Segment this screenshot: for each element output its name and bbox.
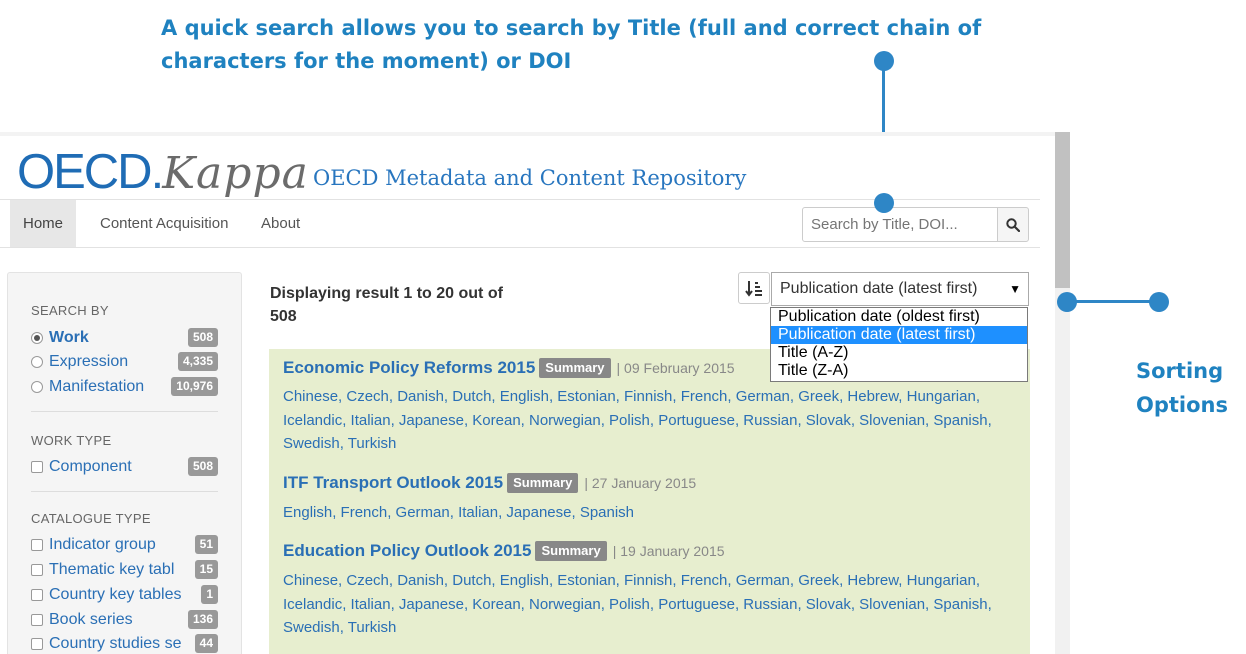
result-languages[interactable]: Chinese, Czech, Danish, Dutch, English, … (283, 385, 993, 456)
annotation-sorting-options: Sorting Options (1136, 354, 1228, 422)
divider (31, 411, 218, 412)
result-title-link[interactable]: Economic Policy Reforms 2015 (283, 358, 535, 378)
count-badge: 15 (194, 560, 218, 579)
annotation-quick-search: A quick search allows you to search by T… (161, 16, 982, 73)
magnifier-icon (1006, 217, 1020, 232)
scrollbar-thumb[interactable] (1055, 132, 1070, 288)
result-date: | 19 January 2015 (612, 543, 725, 559)
logo[interactable]: OECD. Kappa (17, 144, 309, 200)
nav-about[interactable]: About (248, 200, 313, 247)
option-label: Work (49, 329, 89, 346)
work-type-heading: WORK TYPE (31, 433, 112, 448)
summary-badge: Summary (535, 541, 607, 561)
annotation-dot-search (874, 193, 894, 213)
result-item-title-row: ITF Transport Outlook 2015 Summary | 27 … (283, 473, 696, 493)
summary-badge: Summary (507, 473, 579, 493)
sort-dropdown-list: Publication date (oldest first) Publicat… (770, 307, 1028, 382)
repository-title: OECD Metadata and Content Repository (313, 166, 747, 190)
option-label: Country key tables (49, 586, 182, 603)
checkbox-icon[interactable] (31, 461, 43, 473)
catalogue-thematic-key-tables[interactable]: Thematic key tabl 15 (31, 559, 218, 581)
result-title-link[interactable]: Education Policy Outlook 2015 (283, 541, 531, 561)
catalogue-type-heading: CATALOGUE TYPE (31, 511, 151, 526)
search-button[interactable] (997, 207, 1029, 242)
checkbox-icon[interactable] (31, 638, 43, 650)
nav-content-acquisition[interactable]: Content Acquisition (87, 200, 241, 247)
count-badge: 136 (187, 610, 218, 629)
logo-oecd-text: OECD. (17, 145, 164, 199)
result-languages[interactable]: English, French, German, Italian, Japane… (283, 501, 993, 525)
result-date: | 27 January 2015 (584, 475, 697, 491)
work-type-component[interactable]: Component 508 (31, 456, 218, 478)
count-badge: 4,335 (177, 352, 218, 371)
page-top-edge (0, 132, 1055, 136)
result-item-title-row: Education Policy Outlook 2015 Summary | … (283, 541, 725, 561)
count-badge: 508 (187, 328, 218, 347)
checkbox-icon[interactable] (31, 564, 43, 576)
sort-option-latest[interactable]: Publication date (latest first) (771, 326, 1027, 344)
checkbox-icon[interactable] (31, 539, 43, 551)
count-badge: 1 (201, 585, 218, 604)
sort-option-oldest[interactable]: Publication date (oldest first) (771, 308, 1027, 326)
annotation-dot-right (1149, 292, 1169, 312)
results-count: Displaying result 1 to 20 out of 508 (270, 285, 503, 325)
count-badge: 10,976 (171, 377, 218, 396)
sort-selected-value: Publication date (latest first) (780, 280, 978, 297)
annotation-sorting-line2: Options (1136, 393, 1228, 417)
option-label: Country studies se (49, 635, 182, 652)
search-by-work[interactable]: Work 508 (31, 327, 218, 349)
checkbox-icon[interactable] (31, 589, 43, 601)
count-badge: 508 (187, 457, 218, 476)
results-list: Economic Policy Reforms 2015 Summary | 0… (269, 349, 1030, 654)
catalogue-country-key-tables[interactable]: Country key tables 1 (31, 584, 218, 606)
sort-select[interactable]: Publication date (latest first) ▼ (771, 272, 1029, 306)
radio-icon[interactable] (31, 356, 43, 368)
radio-icon[interactable] (31, 381, 43, 393)
filter-sidebar: SEARCH BY Work 508 Expression 4,335 Mani… (7, 272, 242, 654)
count-badge: 44 (194, 634, 218, 653)
result-languages[interactable]: Chinese, Czech, Danish, Dutch, English, … (283, 569, 993, 640)
sort-option-title-za[interactable]: Title (Z-A) (771, 362, 1027, 380)
option-label: Thematic key tabl (49, 561, 175, 578)
browser-page: OECD. Kappa OECD Metadata and Content Re… (0, 132, 1055, 654)
annotation-sorting-line1: Sorting (1136, 359, 1224, 383)
option-label: Manifestation (49, 378, 145, 395)
caret-down-icon: ▼ (1009, 282, 1021, 296)
sort-option-title-az[interactable]: Title (A-Z) (771, 344, 1027, 362)
result-date: | 09 February 2015 (616, 360, 735, 376)
search-by-expression[interactable]: Expression 4,335 (31, 351, 218, 373)
catalogue-book-series[interactable]: Book series 136 (31, 609, 218, 631)
option-label: Component (49, 458, 132, 475)
summary-badge: Summary (539, 358, 611, 378)
search-by-manifestation[interactable]: Manifestation 10,976 (31, 376, 218, 398)
logo-kappa-text: Kappa (162, 148, 309, 199)
option-label: Book series (49, 611, 133, 628)
sort-direction-button[interactable] (738, 272, 770, 304)
radio-selected-icon[interactable] (31, 332, 43, 344)
nav-home[interactable]: Home (10, 200, 77, 247)
result-title-link[interactable]: ITF Transport Outlook 2015 (283, 473, 503, 493)
sort-order-icon (745, 281, 762, 297)
search-input[interactable] (802, 207, 998, 242)
option-label: Indicator group (49, 536, 156, 553)
count-badge: 51 (194, 535, 218, 554)
search-by-heading: SEARCH BY (31, 303, 109, 318)
catalogue-indicator-group[interactable]: Indicator group 51 (31, 534, 218, 556)
result-item-title-row: Economic Policy Reforms 2015 Summary | 0… (283, 358, 735, 378)
checkbox-icon[interactable] (31, 614, 43, 626)
annotation-connector-sorting (1067, 300, 1159, 303)
catalogue-country-studies-series[interactable]: Country studies se 44 (31, 633, 218, 654)
divider (31, 491, 218, 492)
option-label: Expression (49, 353, 129, 370)
